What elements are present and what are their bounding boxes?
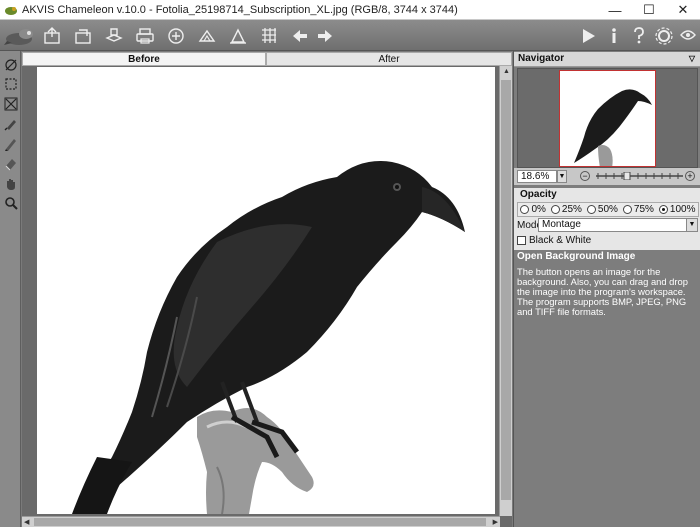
radio-selected-icon[interactable] xyxy=(658,205,668,214)
opacity-option-50[interactable]: 50% xyxy=(586,204,618,215)
navigator-preview[interactable] xyxy=(517,68,698,168)
raven-image xyxy=(72,161,465,514)
black-white-checkbox[interactable]: Black & White xyxy=(517,235,591,246)
grid-icon[interactable] xyxy=(257,24,281,47)
horizontal-scroll-thumb[interactable] xyxy=(34,518,486,526)
vertical-scroll-thumb[interactable] xyxy=(501,80,511,500)
opacity-section: Opacity 0% 25% 50% 75% 100% Mode Montage… xyxy=(514,188,700,250)
collapse-icon[interactable]: ▽ xyxy=(689,52,695,66)
opacity-radio-group: 0% 25% 50% 75% 100% xyxy=(517,202,699,217)
eraser-icon[interactable] xyxy=(2,155,19,172)
scroll-up-icon[interactable]: ▲ xyxy=(503,68,510,75)
view-tabs: Before After xyxy=(22,52,512,66)
copy-icon[interactable] xyxy=(195,24,219,47)
opacity-option-25[interactable]: 25% xyxy=(550,204,582,215)
navigator-tool-icon[interactable] xyxy=(2,56,19,73)
tools-panel xyxy=(0,51,21,527)
open-icon[interactable] xyxy=(40,24,64,47)
title-bar: AKVIS Chameleon v.10.0 - Fotolia_2519871… xyxy=(0,0,700,20)
export-icon[interactable] xyxy=(71,24,95,47)
app-icon xyxy=(4,3,18,17)
checkbox-icon[interactable] xyxy=(517,236,526,245)
close-button[interactable]: ✕ xyxy=(666,0,700,20)
radio-icon[interactable] xyxy=(520,205,530,214)
info-icon[interactable] xyxy=(602,24,626,47)
share-icon[interactable] xyxy=(164,24,188,47)
zoom-slider[interactable] xyxy=(596,172,683,180)
undo-icon[interactable] xyxy=(288,24,312,47)
news-icon[interactable] xyxy=(676,24,700,47)
run-icon[interactable] xyxy=(576,24,600,47)
radio-icon[interactable] xyxy=(550,205,560,214)
canvas-area: ▲ ◀ ▶ xyxy=(22,66,512,527)
opacity-option-75[interactable]: 75% xyxy=(622,204,654,215)
horizontal-scrollbar[interactable]: ◀ ▶ xyxy=(22,516,500,527)
zoom-controls: 18.6% ▼ − + xyxy=(514,168,700,185)
zoom-out-button[interactable]: − xyxy=(580,171,590,181)
help-title: Open Background Image xyxy=(517,251,636,262)
radio-icon[interactable] xyxy=(622,205,632,214)
image-canvas[interactable] xyxy=(37,67,495,514)
minimize-button[interactable]: — xyxy=(598,0,632,20)
pencil-icon[interactable] xyxy=(2,135,19,152)
navigator-thumbnail[interactable] xyxy=(559,70,656,167)
scroll-right-icon[interactable]: ▶ xyxy=(493,518,498,526)
opacity-label: Opacity xyxy=(520,189,557,200)
zoom-icon[interactable] xyxy=(2,194,19,211)
zoom-in-button[interactable]: + xyxy=(685,171,695,181)
settings-icon[interactable] xyxy=(652,24,676,47)
help-icon[interactable] xyxy=(627,24,651,47)
help-text: The button opens an image for the backgr… xyxy=(517,266,688,317)
selection-icon[interactable] xyxy=(2,75,19,92)
transform-icon[interactable] xyxy=(2,95,19,112)
mode-select[interactable]: Montage ▼ xyxy=(538,218,698,232)
maximize-button[interactable]: ☐ xyxy=(632,0,666,20)
zoom-dropdown-icon[interactable]: ▼ xyxy=(557,170,567,183)
right-panel: Navigator ▽ 18.6% ▼ − + Opacity 0% 25% 5… xyxy=(513,51,700,527)
radio-icon[interactable] xyxy=(586,205,596,214)
hand-icon[interactable] xyxy=(2,175,19,192)
main-toolbar xyxy=(0,20,700,51)
navigator-title: Navigator xyxy=(518,53,565,64)
open-background-icon[interactable] xyxy=(102,24,126,47)
tab-before[interactable]: Before xyxy=(22,52,266,66)
vertical-scrollbar[interactable]: ▲ xyxy=(499,66,512,516)
navigator-header: Navigator ▽ xyxy=(514,52,700,67)
scroll-left-icon[interactable]: ◀ xyxy=(24,518,29,526)
opacity-option-100[interactable]: 100% xyxy=(658,204,696,215)
redo-icon[interactable] xyxy=(313,24,337,47)
brush-icon[interactable] xyxy=(2,115,19,132)
zoom-input[interactable]: 18.6% xyxy=(517,170,557,183)
logo-icon xyxy=(4,24,38,47)
tab-after[interactable]: After xyxy=(266,52,512,66)
batch-icon[interactable] xyxy=(226,24,250,47)
window-title: AKVIS Chameleon v.10.0 - Fotolia_2519871… xyxy=(22,4,458,16)
opacity-option-0[interactable]: 0% xyxy=(520,204,546,215)
chevron-down-icon[interactable]: ▼ xyxy=(686,219,697,231)
print-icon[interactable] xyxy=(133,24,157,47)
